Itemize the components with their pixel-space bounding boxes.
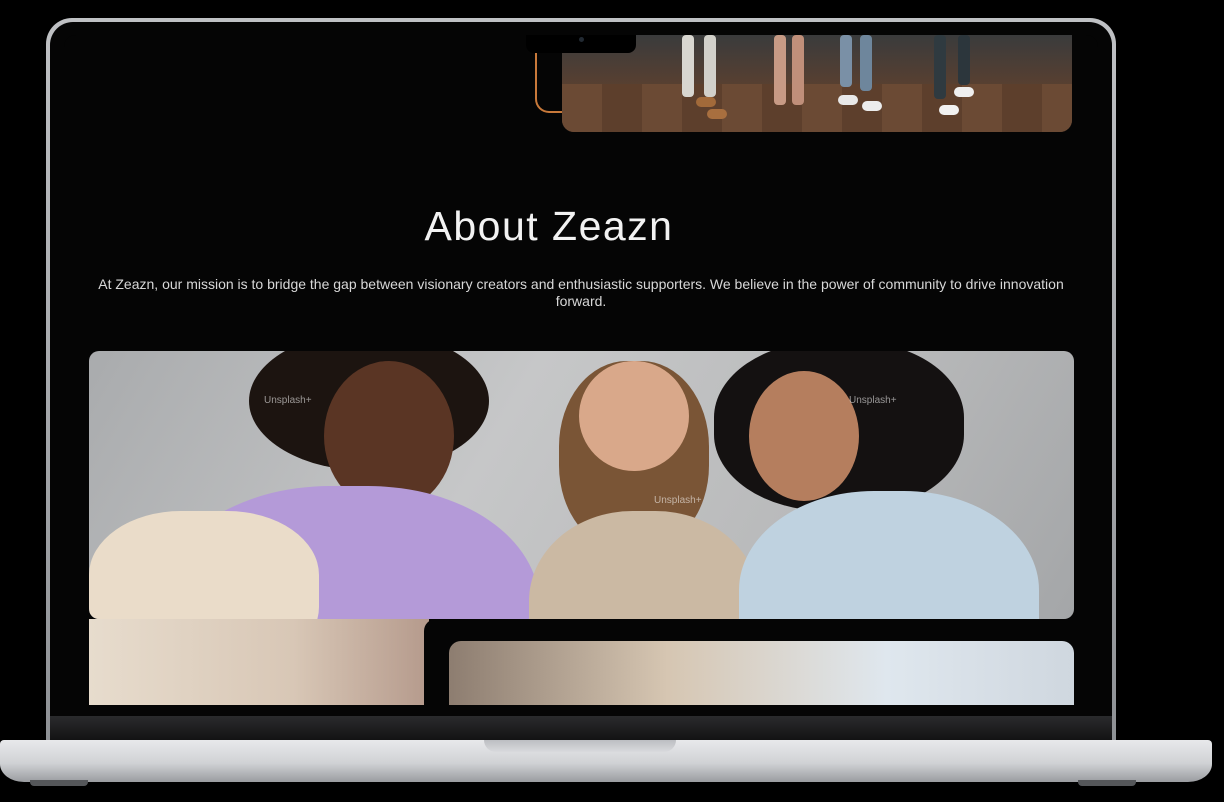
leg (958, 35, 970, 85)
watermark: Unsplash+ (849, 395, 897, 406)
laptop-base-notch (484, 740, 676, 752)
person-knee (89, 511, 319, 619)
leg (934, 35, 946, 99)
person-jacket (529, 511, 759, 619)
shoe (954, 87, 974, 97)
hero-floor (562, 84, 1072, 132)
team-photo: Unsplash+ Unsplash+ Unsplash+ (89, 351, 1074, 619)
watermark: Unsplash+ (264, 395, 312, 406)
about-title: About Zeazn (424, 203, 674, 249)
camera-icon (579, 37, 584, 42)
watermark: Unsplash+ (654, 495, 702, 506)
laptop-foot (30, 780, 88, 786)
laptop-hinge (50, 716, 1112, 742)
shoe (707, 109, 727, 119)
person-face (579, 361, 689, 471)
leg (774, 35, 786, 105)
person-face (749, 371, 859, 501)
laptop-foot (1078, 780, 1136, 786)
person-sweater (739, 491, 1039, 619)
leg (792, 35, 804, 105)
about-description: At Zeazn, our mission is to bridge the g… (98, 276, 1064, 309)
laptop-screen: About Zeazn At Zeazn, our mission is to … (64, 35, 1098, 705)
shoe (838, 95, 858, 105)
leg (704, 35, 716, 97)
leg (860, 35, 872, 91)
leg (840, 35, 852, 87)
team-photo-lower (89, 619, 429, 705)
shoe (862, 101, 882, 111)
shoe (939, 105, 959, 115)
leg (682, 35, 694, 97)
hero-image (562, 35, 1072, 132)
shoe (696, 97, 716, 107)
card-photo (449, 641, 1074, 705)
